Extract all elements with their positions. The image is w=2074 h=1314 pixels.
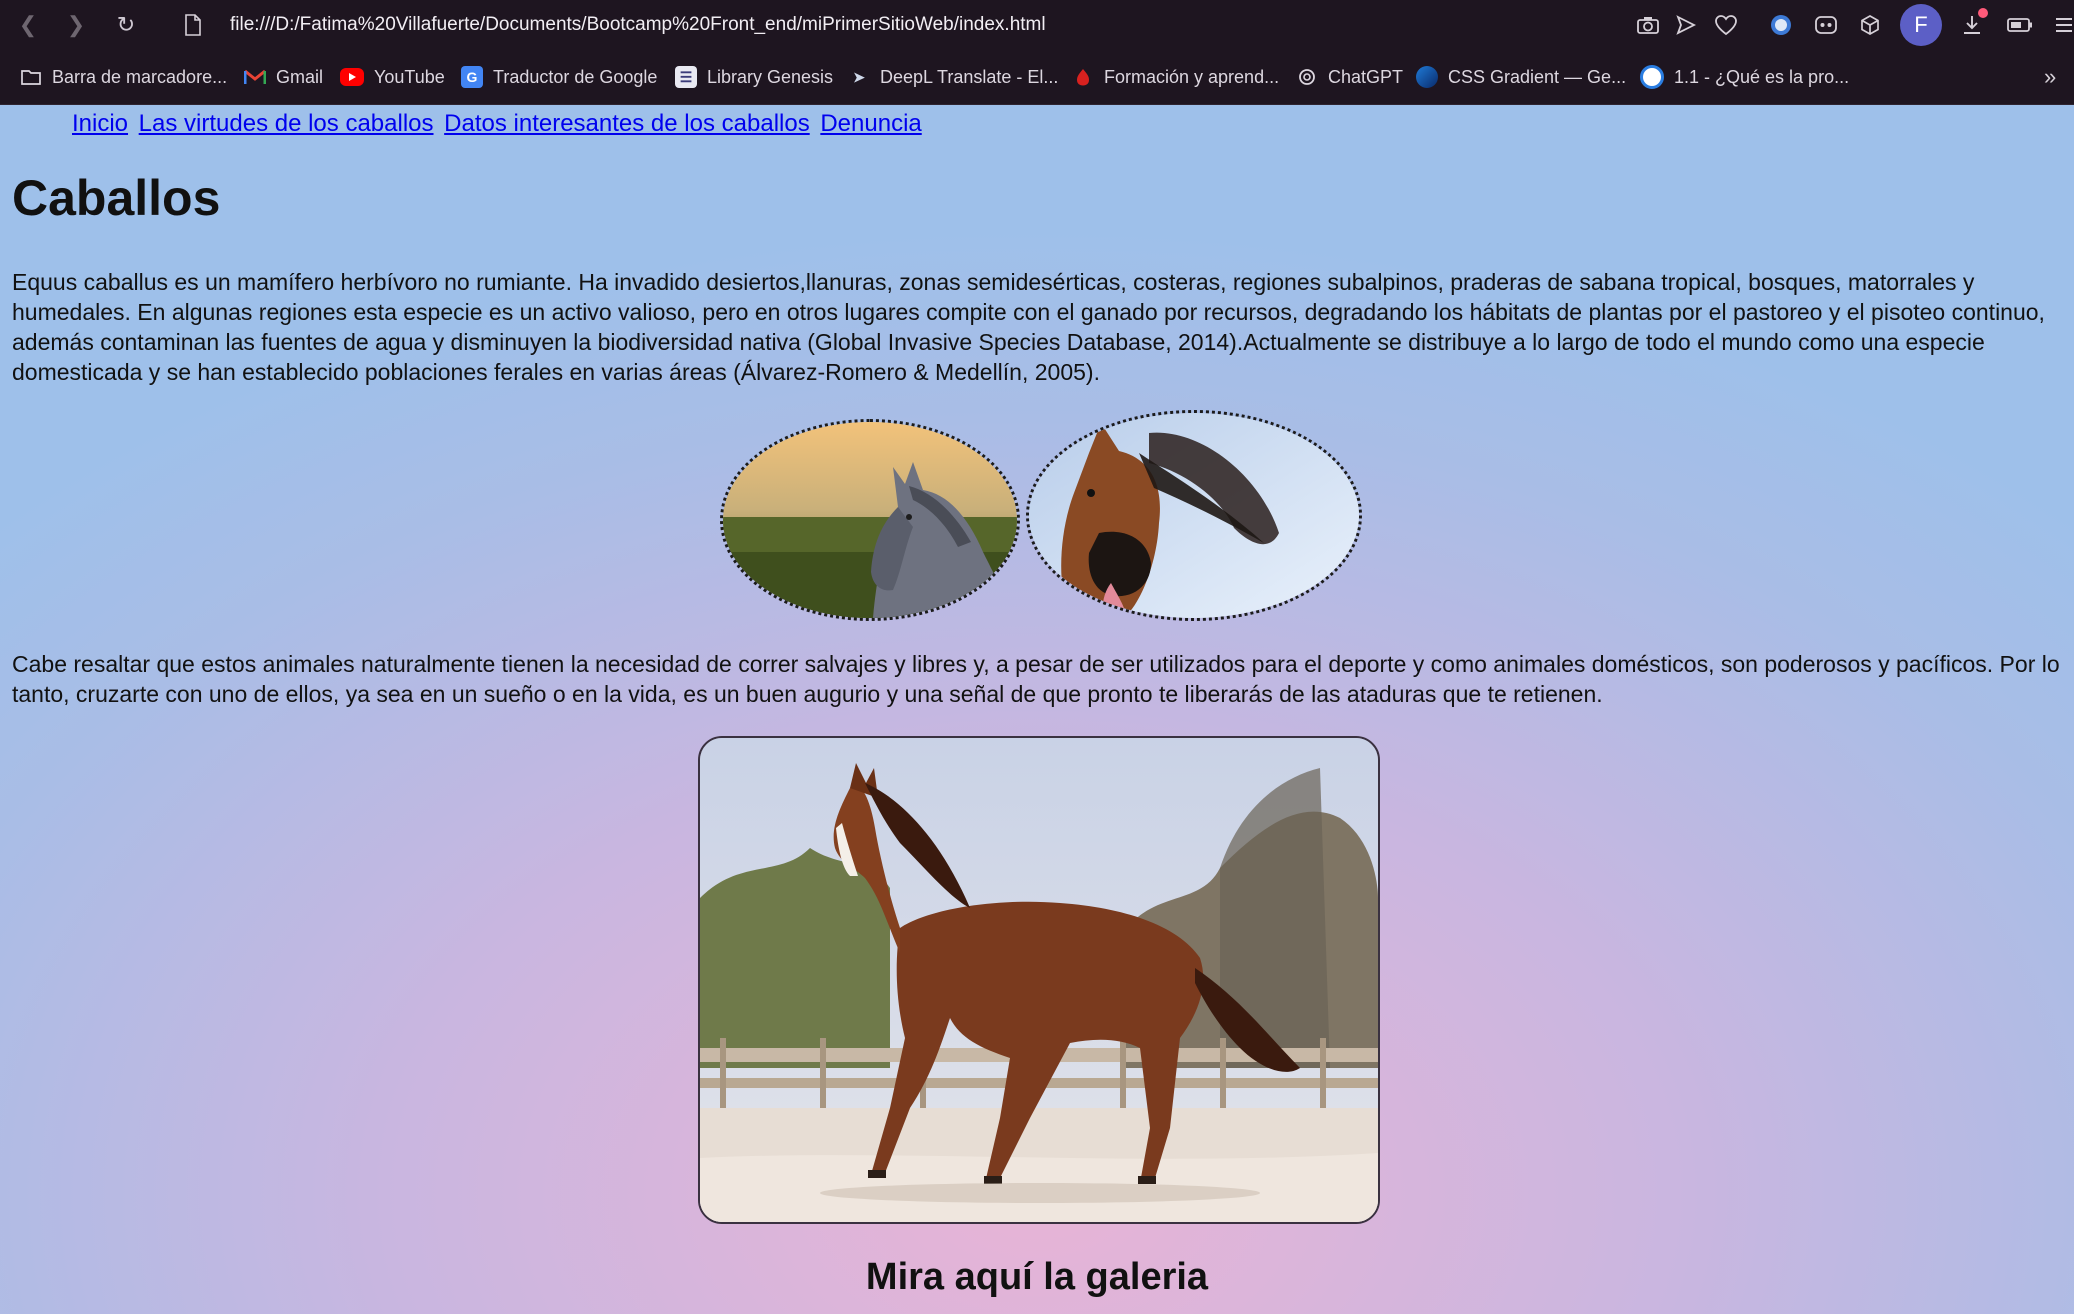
bookmark-css-gradient[interactable]: CSS Gradient — Ge...: [1416, 50, 1626, 104]
globe-icon: [1640, 65, 1664, 89]
library-icon: ☰: [675, 66, 697, 88]
horse-image-field: [720, 419, 1020, 621]
nav-link-virtudes[interactable]: Las virtudes de los caballos: [139, 110, 434, 137]
page-icon: [185, 14, 201, 36]
folder-icon: [20, 66, 42, 88]
bookmarks-bar: Barra de marcadore... Gmail YouTube G Tr…: [0, 50, 2074, 105]
site-nav: Inicio Las virtudes de los caballos Dato…: [72, 109, 925, 138]
profile-avatar[interactable]: F: [1900, 4, 1942, 46]
second-paragraph: Cabe resaltar que estos animales natural…: [12, 651, 2060, 707]
reload-icon[interactable]: ↻: [110, 9, 142, 41]
page-title: Caballos: [12, 170, 221, 226]
camera-icon[interactable]: [1634, 11, 1662, 39]
bookmark-youtube[interactable]: YouTube: [340, 50, 445, 104]
formacion-icon: [1072, 66, 1094, 88]
chatgpt-icon: [1296, 66, 1318, 88]
deepl-icon: ➤: [853, 68, 865, 85]
gallery-heading: Mira aquí la galeria: [865, 1256, 1209, 1298]
extension-circle-icon[interactable]: [1767, 11, 1795, 39]
bookmark-folder[interactable]: Barra de marcadore...: [20, 50, 227, 104]
forward-icon[interactable]: ❯: [60, 9, 92, 41]
menu-icon[interactable]: [2050, 11, 2074, 39]
chevron-more-icon[interactable]: »: [2044, 64, 2056, 90]
back-icon[interactable]: ❮: [12, 9, 44, 41]
notification-dot: [1978, 8, 1988, 18]
bookmark-deepl[interactable]: ➤ DeepL Translate - El...: [848, 50, 1058, 104]
bookmark-chatgpt[interactable]: ChatGPT: [1296, 50, 1403, 104]
bookmark-library-genesis[interactable]: ☰ Library Genesis: [675, 50, 833, 104]
youtube-icon: [340, 68, 364, 86]
send-icon[interactable]: [1672, 11, 1700, 39]
horse-image-wind: [1026, 410, 1362, 621]
nav-link-datos[interactable]: Datos interesantes de los caballos: [444, 110, 810, 137]
ai-extension-icon[interactable]: [1812, 11, 1840, 39]
bookmark-gmail[interactable]: Gmail: [244, 50, 323, 104]
cube-icon[interactable]: [1856, 11, 1884, 39]
bookmark-formacion[interactable]: Formación y aprend...: [1072, 50, 1279, 104]
page-content: Inicio Las virtudes de los caballos Dato…: [0, 105, 2074, 1314]
nav-link-inicio[interactable]: Inicio: [72, 110, 128, 137]
bookmark-que-es-la-pro[interactable]: 1.1 - ¿Qué es la pro...: [1640, 50, 1849, 104]
address-bar[interactable]: file:///D:/Fatima%20Villafuerte/Document…: [230, 12, 1046, 38]
css-gradient-icon: [1416, 66, 1438, 88]
intro-paragraph: Equus caballus es un mamífero herbívoro …: [12, 269, 2045, 385]
battery-icon[interactable]: [2006, 11, 2034, 39]
browser-toolbar: ❮ ❯ ↻ file:///D:/Fatima%20Villafuerte/Do…: [0, 0, 2074, 50]
heart-icon[interactable]: [1712, 11, 1740, 39]
horse-image-running: [698, 736, 1380, 1224]
gmail-icon: [244, 66, 266, 88]
nav-link-denuncia[interactable]: Denuncia: [820, 110, 921, 137]
bookmark-google-translate[interactable]: G Traductor de Google: [461, 50, 657, 104]
google-translate-icon: G: [461, 66, 483, 88]
